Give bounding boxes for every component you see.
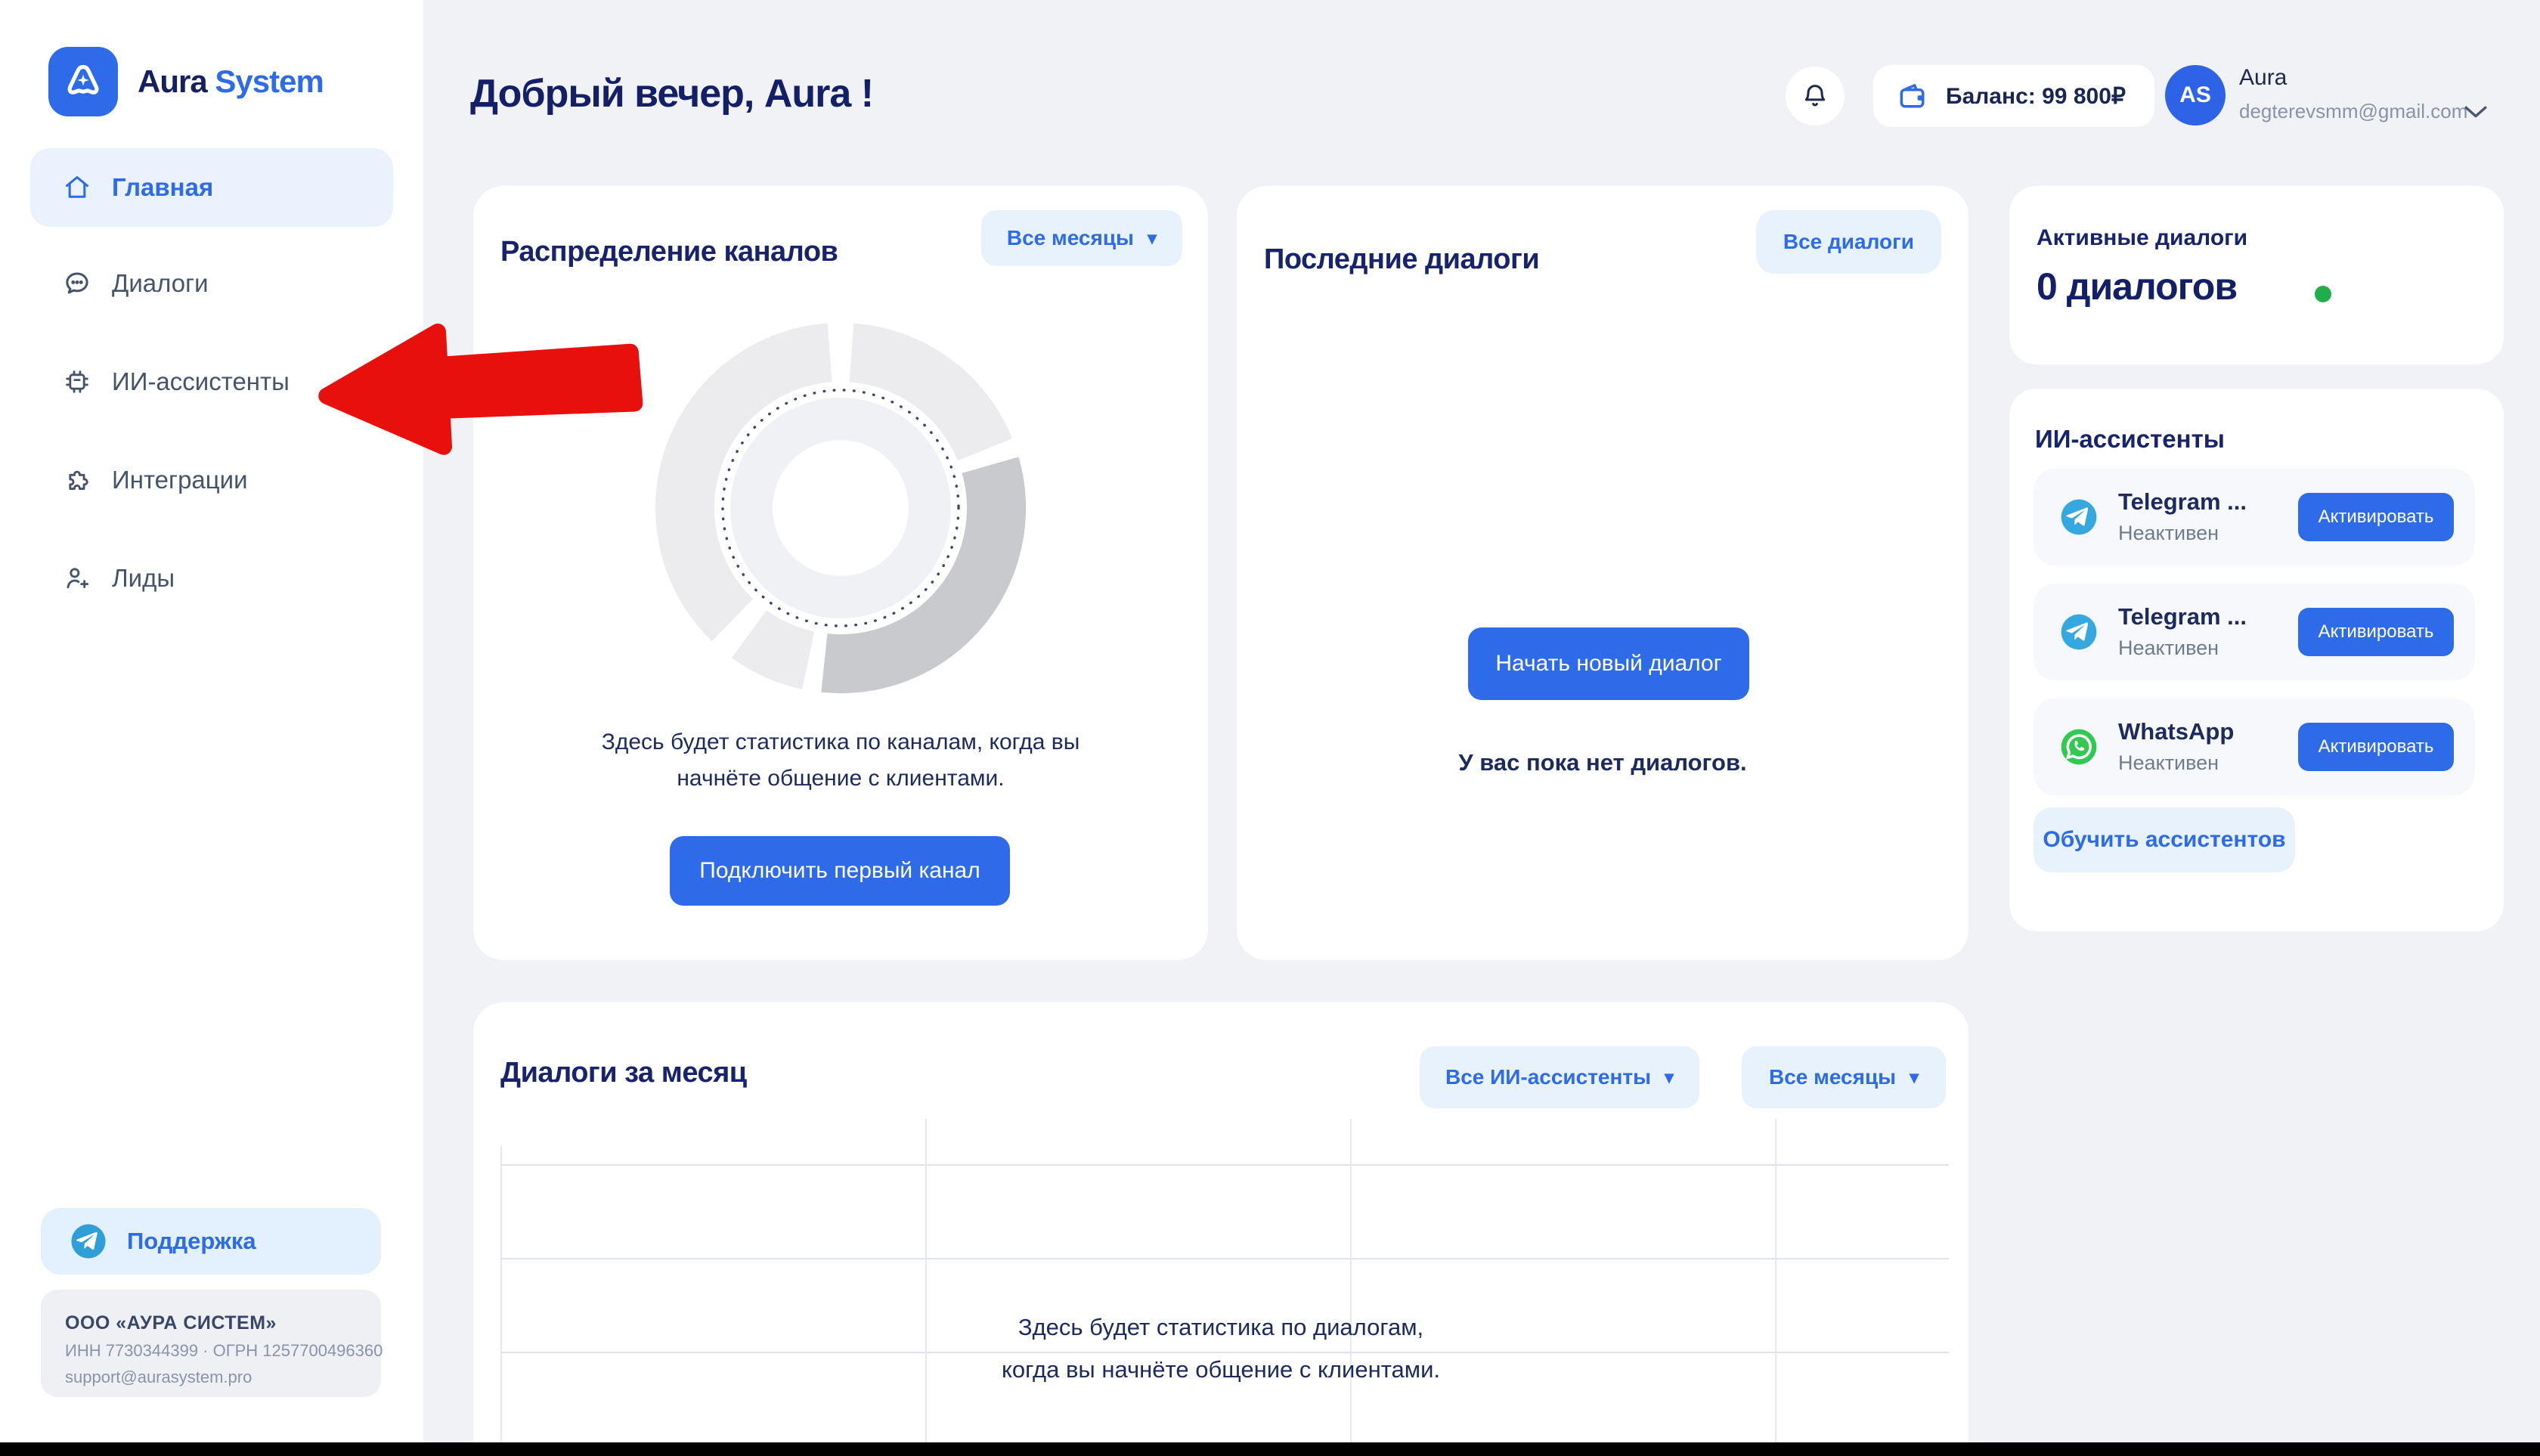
assistant-status: Неактивен bbox=[2118, 751, 2219, 775]
caret-down-icon: ▾ bbox=[1910, 1067, 1919, 1089]
support-label: Поддержка bbox=[127, 1228, 256, 1255]
assistant-name: Telegram ... bbox=[2118, 488, 2247, 516]
sidebar-item-leads[interactable]: Лиды bbox=[30, 539, 393, 618]
caret-down-icon: ▾ bbox=[1148, 228, 1157, 249]
sidebar-item-dialogs[interactable]: Диалоги bbox=[30, 244, 393, 323]
activate-button[interactable]: Активировать bbox=[2298, 493, 2454, 541]
all-dialogs-button[interactable]: Все диалоги bbox=[1756, 210, 1941, 274]
assistant-row: WhatsApp Неактивен Активировать bbox=[2034, 699, 2475, 795]
sidebar-item-label: Лиды bbox=[112, 564, 175, 593]
monthly-dialogs-title: Диалоги за месяц bbox=[500, 1057, 747, 1089]
month-filter[interactable]: Все месяцы ▾ bbox=[1742, 1046, 1946, 1108]
monthly-dialogs-card: Диалоги за месяц Все ИИ-ассистенты ▾ Все… bbox=[473, 1002, 1968, 1456]
recent-dialogs-card: Последние диалоги Все диалоги У вас пока… bbox=[1237, 186, 1968, 960]
channels-empty-text: Здесь будет статистика по каналам, когда… bbox=[473, 724, 1208, 797]
sidebar-item-label: Главная bbox=[112, 173, 213, 202]
sidebar-item-label: Диалоги bbox=[112, 269, 209, 298]
channels-month-filter-label: Все месяцы bbox=[1007, 226, 1134, 250]
brand-logo: Aura System bbox=[48, 47, 324, 116]
telegram-icon bbox=[2058, 611, 2100, 653]
assistants-card: ИИ-ассистенты Telegram ... Неактивен Акт… bbox=[2009, 389, 2504, 931]
avatar[interactable]: AS bbox=[2165, 65, 2226, 125]
connect-channel-button[interactable]: Подключить первый канал bbox=[670, 836, 1010, 906]
assistant-filter[interactable]: Все ИИ-ассистенты ▾ bbox=[1420, 1046, 1699, 1108]
account-name: Aura bbox=[2239, 65, 2287, 91]
telegram-icon bbox=[68, 1221, 109, 1262]
train-assistants-button[interactable]: Обучить ассистентов bbox=[2034, 807, 2295, 872]
brand-name: Aura System bbox=[138, 64, 324, 100]
balance-label: Баланс: 99 800₽ bbox=[1946, 83, 2126, 110]
active-dialogs-count: 0 диалогов bbox=[2037, 265, 2237, 308]
company-name: ООО «АУРА СИСТЕМ» bbox=[65, 1312, 381, 1334]
puzzle-icon bbox=[62, 465, 92, 495]
status-dot bbox=[2315, 286, 2331, 302]
assistant-filter-label: Все ИИ-ассистенты bbox=[1445, 1065, 1651, 1089]
company-registration: ИНН 7730344399 · ОГРН 1257700496360 bbox=[65, 1341, 381, 1361]
whatsapp-icon bbox=[2058, 726, 2100, 768]
screen-edge-bar bbox=[0, 1442, 2540, 1456]
sidebar-item-home[interactable]: Главная bbox=[30, 148, 393, 227]
dashboard-page: Aura System Главная Диалоги ИИ-ассистент… bbox=[0, 0, 2540, 1456]
assistants-card-title: ИИ-ассистенты bbox=[2035, 425, 2225, 454]
account-email: degterevsmm@gmail.com bbox=[2239, 100, 2467, 123]
assistant-status: Неактивен bbox=[2118, 637, 2219, 660]
assistant-row: Telegram ... Неактивен Активировать bbox=[2034, 584, 2475, 680]
new-dialog-button[interactable]: Начать новый диалог bbox=[1468, 627, 1749, 700]
support-button[interactable]: Поддержка bbox=[41, 1208, 381, 1275]
chip-icon bbox=[62, 367, 92, 397]
caret-down-icon: ▾ bbox=[1665, 1067, 1674, 1089]
channels-donut-chart bbox=[655, 322, 1027, 694]
assistant-name: Telegram ... bbox=[2118, 603, 2247, 630]
assistant-status: Неактивен bbox=[2118, 522, 2219, 545]
sidebar-item-label: ИИ-ассистенты bbox=[112, 367, 290, 396]
telegram-icon bbox=[2058, 496, 2100, 538]
wallet-icon bbox=[1896, 79, 1929, 113]
month-filter-label: Все месяцы bbox=[1769, 1065, 1896, 1089]
chat-icon bbox=[62, 268, 92, 299]
page-title: Добрый вечер, Aura ! bbox=[470, 71, 873, 116]
channels-card: Распределение каналов Все месяцы ▾ Здесь… bbox=[473, 186, 1208, 960]
active-dialogs-card: Активные диалоги 0 диалогов bbox=[2009, 186, 2504, 364]
sidebar-item-label: Интеграции bbox=[112, 466, 248, 494]
monthly-chart-grid bbox=[500, 1119, 1949, 1456]
balance-button[interactable]: Баланс: 99 800₽ bbox=[1873, 65, 2154, 127]
notifications-button[interactable] bbox=[1786, 67, 1845, 125]
bell-icon bbox=[1800, 81, 1830, 111]
channels-card-title: Распределение каналов bbox=[500, 236, 838, 268]
activate-button[interactable]: Активировать bbox=[2298, 723, 2454, 771]
person-plus-icon bbox=[62, 563, 92, 593]
assistant-row: Telegram ... Неактивен Активировать bbox=[2034, 469, 2475, 565]
aura-logo-icon bbox=[48, 47, 118, 116]
chevron-down-icon[interactable] bbox=[2463, 103, 2489, 121]
activate-button[interactable]: Активировать bbox=[2298, 608, 2454, 656]
assistant-name: WhatsApp bbox=[2118, 718, 2234, 745]
home-icon bbox=[62, 172, 92, 203]
recent-dialogs-title: Последние диалоги bbox=[1264, 243, 1539, 276]
sidebar: Aura System Главная Диалоги ИИ-ассистент… bbox=[0, 0, 423, 1456]
company-info: ООО «АУРА СИСТЕМ» ИНН 7730344399 · ОГРН … bbox=[41, 1290, 381, 1397]
annotation-arrow bbox=[312, 308, 652, 469]
active-dialogs-title: Активные диалоги bbox=[2037, 225, 2247, 251]
dialogs-empty-text: У вас пока нет диалогов. bbox=[1237, 749, 1968, 776]
monthly-empty-text: Здесь будет статистика по диалогам, когд… bbox=[473, 1306, 1968, 1391]
company-email: support@aurasystem.pro bbox=[65, 1368, 381, 1387]
channels-month-filter[interactable]: Все месяцы ▾ bbox=[981, 210, 1182, 266]
